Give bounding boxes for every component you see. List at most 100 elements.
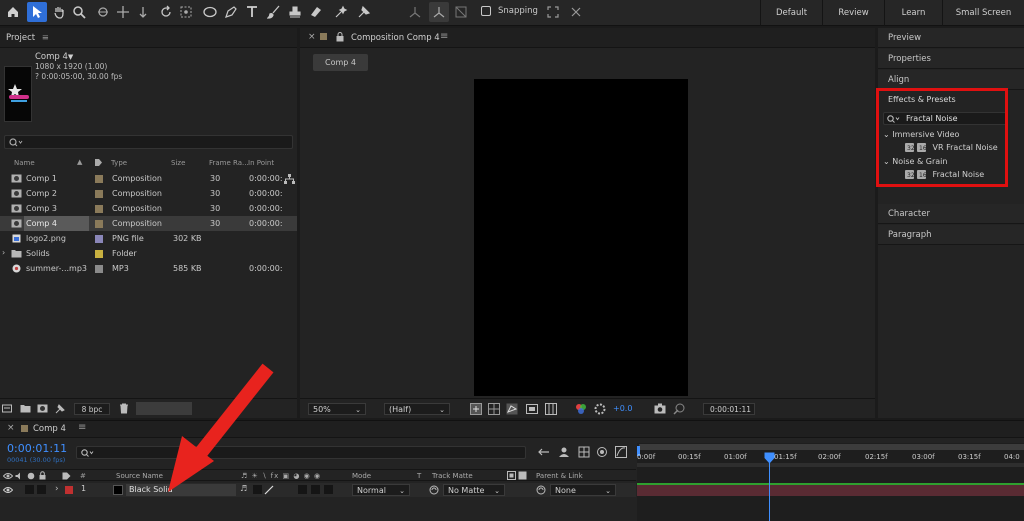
exposure-value[interactable]: +0.0 [613, 404, 632, 413]
parent-pick-whip-icon[interactable] [536, 485, 546, 495]
home-icon[interactable] [3, 2, 23, 22]
timeline-tab-label[interactable]: Comp 4 [33, 424, 66, 434]
rotate-tool-icon[interactable] [156, 2, 176, 22]
panel-tab-align[interactable]: Align [878, 70, 1024, 90]
current-time-indicator-icon[interactable] [764, 452, 775, 464]
adjustment-switch[interactable] [311, 485, 320, 494]
panel-tab-paragraph[interactable]: Paragraph [878, 225, 1024, 245]
lock-icon[interactable] [336, 32, 344, 42]
lock-switch[interactable] [37, 485, 46, 494]
workspace-review[interactable]: Review [822, 0, 884, 26]
label-color-swatch[interactable] [95, 205, 103, 213]
motion-blur-icon[interactable] [596, 446, 608, 458]
puppet-pin-tool-icon[interactable] [354, 2, 374, 22]
column-type[interactable]: Type [111, 159, 127, 167]
blend-mode-dropdown[interactable]: Normal ⌄ [352, 484, 410, 496]
project-item-comp-3[interactable]: Comp 3 Composition 30 0:00:00:0 [0, 201, 297, 216]
pan-camera-icon[interactable] [113, 2, 133, 22]
type-tool-icon[interactable] [242, 2, 262, 22]
frame-blending-icon[interactable] [578, 446, 590, 458]
column-in-point[interactable]: In Point [248, 159, 274, 167]
bit-depth-button[interactable]: 8 bpc [74, 403, 110, 415]
mask-visibility-icon[interactable] [506, 403, 518, 415]
column-t[interactable]: T [417, 470, 421, 482]
label-color-swatch[interactable] [95, 250, 103, 258]
panel-tab-character[interactable]: Character [878, 204, 1024, 224]
motion-blur-switch[interactable] [298, 485, 307, 494]
pen-tool-icon[interactable] [221, 2, 241, 22]
project-item-comp-4[interactable]: Comp 4 Composition 30 0:00:00:0 [0, 216, 297, 231]
new-folder-icon[interactable] [20, 404, 31, 413]
label-color-swatch[interactable] [95, 265, 103, 273]
column-parent-link[interactable]: Parent & Link [536, 470, 583, 482]
viewer-tab-label[interactable]: Composition Comp 4 [351, 33, 440, 43]
color-management-icon[interactable] [594, 403, 606, 415]
magnification-dropdown[interactable]: 50% ⌄ [308, 403, 366, 415]
column-size[interactable]: Size [171, 159, 185, 167]
project-item-solids[interactable]: › Solids Folder [0, 246, 297, 261]
show-snapshot-icon[interactable] [673, 403, 685, 415]
current-time-field[interactable]: 0:00:01:11 [703, 403, 755, 415]
clone-stamp-tool-icon[interactable] [285, 2, 305, 22]
close-icon[interactable]: × [308, 32, 316, 42]
label-color-swatch[interactable] [95, 175, 103, 183]
panel-tab-properties[interactable]: Properties [878, 49, 1024, 69]
label-tag-icon[interactable] [62, 472, 71, 480]
work-area-bar[interactable] [639, 444, 1024, 450]
orbit-camera-icon[interactable] [93, 2, 113, 22]
label-color-swatch[interactable] [65, 486, 73, 494]
workspace-default[interactable]: Default [760, 0, 822, 26]
fast-previews-icon[interactable] [470, 403, 482, 415]
eye-icon[interactable] [3, 486, 13, 494]
label-tag-icon[interactable] [94, 158, 103, 167]
channel-color-icon[interactable] [575, 403, 587, 415]
workspace-learn[interactable]: Learn [884, 0, 942, 26]
label-color-swatch[interactable] [95, 235, 103, 243]
panel-menu-icon[interactable]: ≡ [78, 422, 86, 433]
3d-layer-switch[interactable] [324, 485, 333, 494]
thumbnail-slider[interactable] [136, 402, 192, 415]
project-item-logo2-png[interactable]: logo2.png PNG file 302 KB [0, 231, 297, 246]
roto-brush-tool-icon[interactable] [331, 2, 351, 22]
shy-layers-icon[interactable] [558, 446, 570, 458]
timeline-current-time[interactable]: 0:00:01:11 [7, 442, 67, 455]
flowchart-icon[interactable] [284, 174, 295, 184]
project-settings-icon[interactable] [55, 403, 66, 414]
chevron-right-icon[interactable]: › [55, 484, 59, 494]
label-color-swatch[interactable] [320, 33, 327, 40]
pick-whip-icon[interactable] [429, 485, 439, 495]
sort-up-icon[interactable]: ▲ [77, 158, 82, 166]
label-color-swatch[interactable] [95, 190, 103, 198]
comp-mini-flowchart-icon[interactable] [538, 447, 550, 458]
local-axis-icon[interactable] [405, 2, 425, 22]
grid-guides-icon[interactable] [545, 403, 557, 415]
project-item-summer-mp3[interactable]: summer-...mp3 MP3 585 KB 0:00:00:0 [0, 261, 297, 276]
lock-icon[interactable] [39, 471, 46, 480]
world-axis-icon[interactable] [429, 2, 449, 22]
time-ruler-area[interactable]: 0:00f 00:15f 01:00f 01:15f 02:00f 02:15f… [637, 443, 1024, 521]
project-item-comp-1[interactable]: Comp 1 Composition 30 0:00:00:0 [0, 171, 297, 186]
eraser-tool-icon[interactable] [306, 2, 326, 22]
project-tab[interactable]: Project ≡ [0, 28, 297, 48]
column-frame-rate[interactable]: Frame Ra... [209, 159, 249, 167]
resolution-dropdown[interactable]: (Half) ⌄ [384, 403, 450, 415]
trash-icon[interactable] [119, 403, 129, 414]
snap-edges-icon[interactable] [543, 2, 563, 22]
panel-menu-icon[interactable]: ≡ [42, 33, 49, 43]
layer-source-name[interactable]: Black Solid [126, 484, 236, 496]
label-color-swatch[interactable] [21, 425, 28, 432]
hand-tool-icon[interactable] [49, 2, 69, 22]
composition-canvas[interactable] [474, 79, 688, 396]
region-of-interest-icon[interactable] [526, 403, 538, 415]
chevron-right-icon[interactable]: › [2, 248, 5, 257]
snap-features-icon[interactable] [566, 2, 586, 22]
timeline-search-input[interactable] [76, 446, 526, 459]
selection-tool-icon[interactable] [27, 2, 47, 22]
close-icon[interactable]: × [7, 423, 15, 433]
chevron-down-icon[interactable]: ▼ [68, 53, 73, 61]
panel-menu-icon[interactable]: ≡ [440, 31, 448, 42]
ellipse-tool-icon[interactable] [200, 2, 220, 22]
column-source-name[interactable]: Source Name [116, 470, 163, 482]
quality-switch-icon[interactable] [264, 485, 274, 495]
solo-switch[interactable] [25, 485, 34, 494]
